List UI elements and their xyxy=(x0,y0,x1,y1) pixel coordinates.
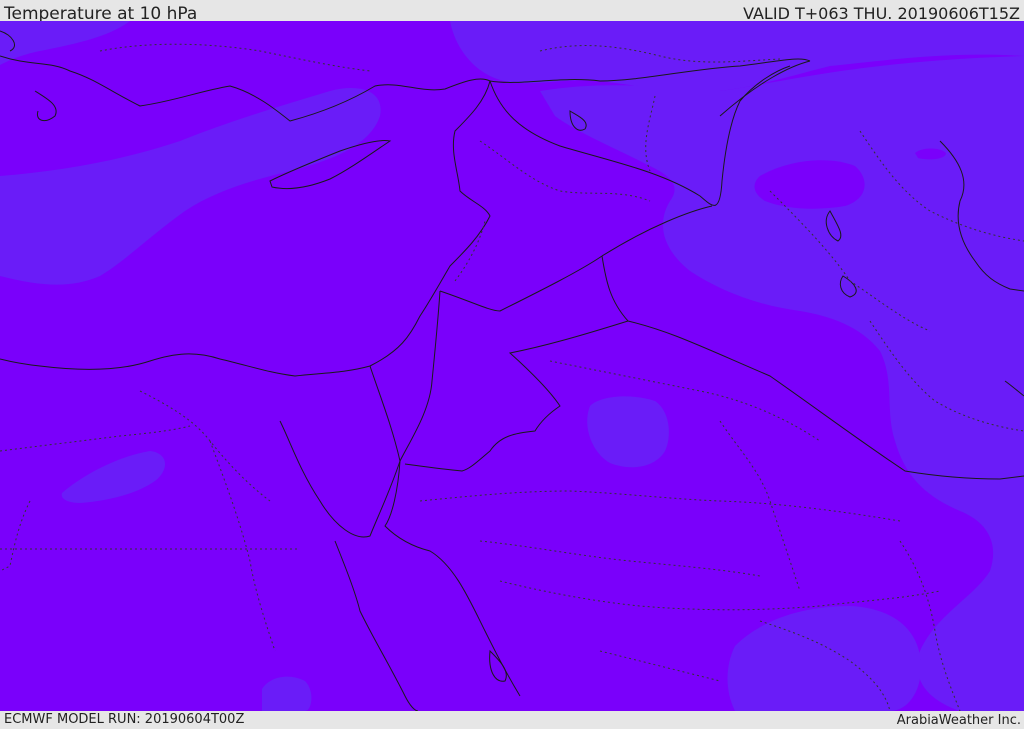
map-canvas xyxy=(0,21,1024,711)
model-run-label: ECMWF MODEL RUN: 20190604T00Z xyxy=(4,712,245,727)
footer-bar: ECMWF MODEL RUN: 20190604T00Z ArabiaWeat… xyxy=(0,711,1024,729)
weather-map[interactable] xyxy=(0,21,1024,711)
credit-label: ArabiaWeather Inc. xyxy=(896,713,1021,728)
cool-region-south-west xyxy=(262,676,312,711)
header-bar: Temperature at 10 hPa VALID T+063 THU. 2… xyxy=(0,0,1024,24)
